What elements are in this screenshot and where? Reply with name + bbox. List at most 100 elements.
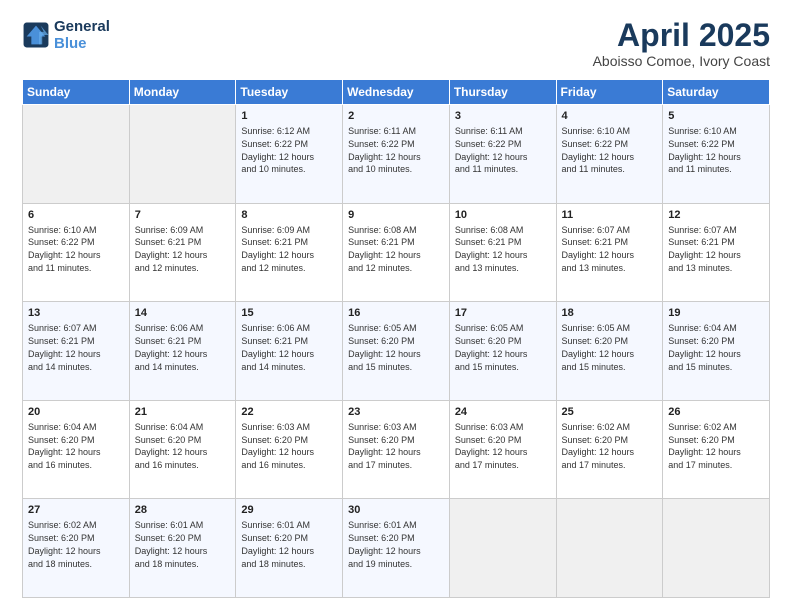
calendar-cell: 4 Sunrise: 6:10 AM Sunset: 6:22 PM Daylig… (556, 105, 663, 204)
weekday-header: Friday (556, 80, 663, 105)
calendar-cell: 12 Sunrise: 6:07 AM Sunset: 6:21 PM Dayli… (663, 203, 770, 302)
cell-info: Sunrise: 6:07 AM Sunset: 6:21 PM Dayligh… (668, 225, 741, 273)
day-number: 16 (348, 306, 444, 321)
calendar-week-row: 1 Sunrise: 6:12 AM Sunset: 6:22 PM Daylig… (23, 105, 770, 204)
calendar-table: SundayMondayTuesdayWednesdayThursdayFrid… (22, 79, 770, 598)
calendar-cell: 1 Sunrise: 6:12 AM Sunset: 6:22 PM Daylig… (236, 105, 343, 204)
calendar-cell: 26 Sunrise: 6:02 AM Sunset: 6:20 PM Dayli… (663, 400, 770, 499)
day-number: 3 (455, 109, 551, 124)
calendar-cell: 13Sunrise: 6:07 AM Sunset: 6:21 PM Dayli… (23, 302, 130, 401)
day-number: 29 (241, 503, 337, 518)
cell-info: Sunrise: 6:04 AM Sunset: 6:20 PM Dayligh… (668, 323, 741, 371)
calendar-cell (556, 499, 663, 598)
cell-info: Sunrise: 6:11 AM Sunset: 6:22 PM Dayligh… (455, 126, 528, 174)
calendar-cell: 30 Sunrise: 6:01 AM Sunset: 6:20 PM Dayli… (343, 499, 450, 598)
calendar-week-row: 27 Sunrise: 6:02 AM Sunset: 6:20 PM Dayli… (23, 499, 770, 598)
day-number: 9 (348, 208, 444, 223)
day-number: 12 (668, 208, 764, 223)
cell-info: Sunrise: 6:04 AM Sunset: 6:20 PM Dayligh… (28, 422, 101, 470)
cell-info: Sunrise: 6:10 AM Sunset: 6:22 PM Dayligh… (28, 225, 101, 273)
day-number: 30 (348, 503, 444, 518)
cell-info: Sunrise: 6:05 AM Sunset: 6:20 PM Dayligh… (455, 323, 528, 371)
weekday-row: SundayMondayTuesdayWednesdayThursdayFrid… (23, 80, 770, 105)
cell-info: Sunrise: 6:02 AM Sunset: 6:20 PM Dayligh… (28, 520, 101, 568)
weekday-header: Wednesday (343, 80, 450, 105)
cell-info: Sunrise: 6:05 AM Sunset: 6:20 PM Dayligh… (348, 323, 421, 371)
cell-info: Sunrise: 6:09 AM Sunset: 6:21 PM Dayligh… (241, 225, 314, 273)
calendar-cell: 8Sunrise: 6:09 AM Sunset: 6:21 PM Daylig… (236, 203, 343, 302)
day-number: 10 (455, 208, 551, 223)
cell-info: Sunrise: 6:06 AM Sunset: 6:21 PM Dayligh… (135, 323, 208, 371)
weekday-header: Saturday (663, 80, 770, 105)
calendar-title: April 2025 (593, 18, 770, 53)
calendar-cell: 29 Sunrise: 6:01 AM Sunset: 6:20 PM Dayli… (236, 499, 343, 598)
cell-info: Sunrise: 6:07 AM Sunset: 6:21 PM Dayligh… (28, 323, 101, 371)
header: General Blue April 2025 Aboisso Comoe, I… (22, 18, 770, 69)
cell-info: Sunrise: 6:01 AM Sunset: 6:20 PM Dayligh… (348, 520, 421, 568)
day-number: 26 (668, 405, 764, 420)
calendar-cell: 11Sunrise: 6:07 AM Sunset: 6:21 PM Dayli… (556, 203, 663, 302)
cell-info: Sunrise: 6:05 AM Sunset: 6:20 PM Dayligh… (562, 323, 635, 371)
day-number: 22 (241, 405, 337, 420)
day-number: 2 (348, 109, 444, 124)
day-number: 20 (28, 405, 124, 420)
calendar-cell: 16 Sunrise: 6:05 AM Sunset: 6:20 PM Dayli… (343, 302, 450, 401)
calendar-cell (663, 499, 770, 598)
calendar-cell (449, 499, 556, 598)
cell-info: Sunrise: 6:06 AM Sunset: 6:21 PM Dayligh… (241, 323, 314, 371)
calendar-subtitle: Aboisso Comoe, Ivory Coast (593, 53, 770, 69)
day-number: 6 (28, 208, 124, 223)
day-number: 24 (455, 405, 551, 420)
cell-info: Sunrise: 6:03 AM Sunset: 6:20 PM Dayligh… (455, 422, 528, 470)
calendar-week-row: 13Sunrise: 6:07 AM Sunset: 6:21 PM Dayli… (23, 302, 770, 401)
cell-info: Sunrise: 6:01 AM Sunset: 6:20 PM Dayligh… (135, 520, 208, 568)
day-number: 5 (668, 109, 764, 124)
day-number: 1 (241, 109, 337, 124)
calendar-cell: 9Sunrise: 6:08 AM Sunset: 6:21 PM Daylig… (343, 203, 450, 302)
calendar-cell (23, 105, 130, 204)
day-number: 23 (348, 405, 444, 420)
calendar-cell: 24 Sunrise: 6:03 AM Sunset: 6:20 PM Dayli… (449, 400, 556, 499)
calendar-cell: 2Sunrise: 6:11 AM Sunset: 6:22 PM Daylig… (343, 105, 450, 204)
cell-info: Sunrise: 6:12 AM Sunset: 6:22 PM Dayligh… (241, 126, 314, 174)
day-number: 17 (455, 306, 551, 321)
calendar-cell: 25 Sunrise: 6:02 AM Sunset: 6:20 PM Dayli… (556, 400, 663, 499)
day-number: 27 (28, 503, 124, 518)
calendar-cell: 15 Sunrise: 6:06 AM Sunset: 6:21 PM Dayli… (236, 302, 343, 401)
day-number: 21 (135, 405, 231, 420)
weekday-header: Monday (129, 80, 236, 105)
cell-info: Sunrise: 6:10 AM Sunset: 6:22 PM Dayligh… (668, 126, 741, 174)
day-number: 25 (562, 405, 658, 420)
weekday-header: Tuesday (236, 80, 343, 105)
cell-info: Sunrise: 6:03 AM Sunset: 6:20 PM Dayligh… (241, 422, 314, 470)
page: General Blue April 2025 Aboisso Comoe, I… (0, 0, 792, 612)
calendar-cell: 28 Sunrise: 6:01 AM Sunset: 6:20 PM Dayli… (129, 499, 236, 598)
logo-text: General Blue (54, 18, 110, 53)
title-block: April 2025 Aboisso Comoe, Ivory Coast (593, 18, 770, 69)
calendar-cell (129, 105, 236, 204)
calendar-cell: 17 Sunrise: 6:05 AM Sunset: 6:20 PM Dayli… (449, 302, 556, 401)
calendar-cell: 5 Sunrise: 6:10 AM Sunset: 6:22 PM Daylig… (663, 105, 770, 204)
weekday-header: Sunday (23, 80, 130, 105)
calendar-cell: 22 Sunrise: 6:03 AM Sunset: 6:20 PM Dayli… (236, 400, 343, 499)
cell-info: Sunrise: 6:10 AM Sunset: 6:22 PM Dayligh… (562, 126, 635, 174)
calendar-cell: 14 Sunrise: 6:06 AM Sunset: 6:21 PM Dayli… (129, 302, 236, 401)
calendar-cell: 19Sunrise: 6:04 AM Sunset: 6:20 PM Dayli… (663, 302, 770, 401)
day-number: 28 (135, 503, 231, 518)
day-number: 11 (562, 208, 658, 223)
cell-info: Sunrise: 6:03 AM Sunset: 6:20 PM Dayligh… (348, 422, 421, 470)
day-number: 7 (135, 208, 231, 223)
calendar-cell: 10 Sunrise: 6:08 AM Sunset: 6:21 PM Dayli… (449, 203, 556, 302)
cell-info: Sunrise: 6:08 AM Sunset: 6:21 PM Dayligh… (455, 225, 528, 273)
day-number: 14 (135, 306, 231, 321)
cell-info: Sunrise: 6:02 AM Sunset: 6:20 PM Dayligh… (668, 422, 741, 470)
calendar-week-row: 20 Sunrise: 6:04 AM Sunset: 6:20 PM Dayli… (23, 400, 770, 499)
calendar-cell: 23 Sunrise: 6:03 AM Sunset: 6:20 PM Dayli… (343, 400, 450, 499)
cell-info: Sunrise: 6:02 AM Sunset: 6:20 PM Dayligh… (562, 422, 635, 470)
calendar-cell: 6 Sunrise: 6:10 AM Sunset: 6:22 PM Daylig… (23, 203, 130, 302)
day-number: 15 (241, 306, 337, 321)
calendar-week-row: 6 Sunrise: 6:10 AM Sunset: 6:22 PM Daylig… (23, 203, 770, 302)
cell-info: Sunrise: 6:01 AM Sunset: 6:20 PM Dayligh… (241, 520, 314, 568)
cell-info: Sunrise: 6:04 AM Sunset: 6:20 PM Dayligh… (135, 422, 208, 470)
day-number: 4 (562, 109, 658, 124)
